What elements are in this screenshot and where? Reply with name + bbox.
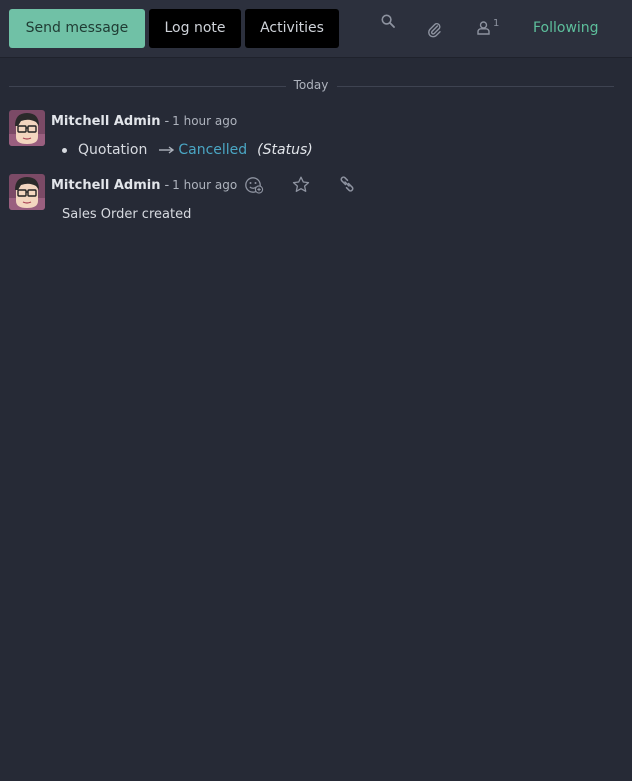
header-dash: - bbox=[164, 114, 170, 129]
arrow-right-icon bbox=[159, 142, 175, 158]
message-header: Mitchell Admin -1 hour ago bbox=[51, 178, 237, 193]
paperclip-icon bbox=[427, 21, 442, 38]
avatar[interactable] bbox=[9, 110, 45, 146]
avatar[interactable] bbox=[9, 174, 45, 210]
activities-button[interactable]: Activities bbox=[245, 9, 339, 48]
message-date: 1 hour ago bbox=[172, 178, 238, 192]
date-separator: Today bbox=[293, 78, 329, 92]
bullet bbox=[62, 147, 67, 153]
new-value: Cancelled bbox=[178, 142, 248, 158]
user-icon bbox=[477, 21, 490, 35]
tracked-field-name: (Status) bbox=[257, 142, 313, 158]
star-icon[interactable] bbox=[292, 176, 310, 198]
search-button[interactable] bbox=[381, 14, 395, 28]
header-dash: - bbox=[164, 178, 170, 193]
message-actions bbox=[244, 176, 384, 198]
chatter-topbar: Send message Log note Activities 1 Follo… bbox=[0, 0, 632, 58]
followers-button[interactable]: 1 bbox=[477, 17, 500, 35]
message-date: 1 hour ago bbox=[172, 114, 238, 128]
attachment-button[interactable] bbox=[427, 21, 442, 38]
send-message-button[interactable]: Send message bbox=[9, 9, 145, 48]
log-note-button[interactable]: Log note bbox=[149, 9, 241, 48]
message-header: Mitchell Admin -1 hour ago bbox=[51, 114, 237, 129]
separator-line-left bbox=[9, 86, 286, 87]
search-icon bbox=[381, 14, 395, 28]
link-icon[interactable] bbox=[338, 176, 356, 198]
message-author[interactable]: Mitchell Admin bbox=[51, 114, 160, 129]
message-body: Sales Order created bbox=[62, 207, 192, 222]
separator-line-right bbox=[337, 86, 614, 87]
follower-count: 1 bbox=[493, 17, 500, 29]
tracking-value-change: Quotation Cancelled (Status) bbox=[62, 142, 313, 158]
add-reaction-icon[interactable] bbox=[244, 176, 264, 198]
message-author[interactable]: Mitchell Admin bbox=[51, 178, 160, 193]
old-value: Quotation bbox=[78, 142, 148, 158]
following-button[interactable]: Following bbox=[533, 20, 599, 36]
